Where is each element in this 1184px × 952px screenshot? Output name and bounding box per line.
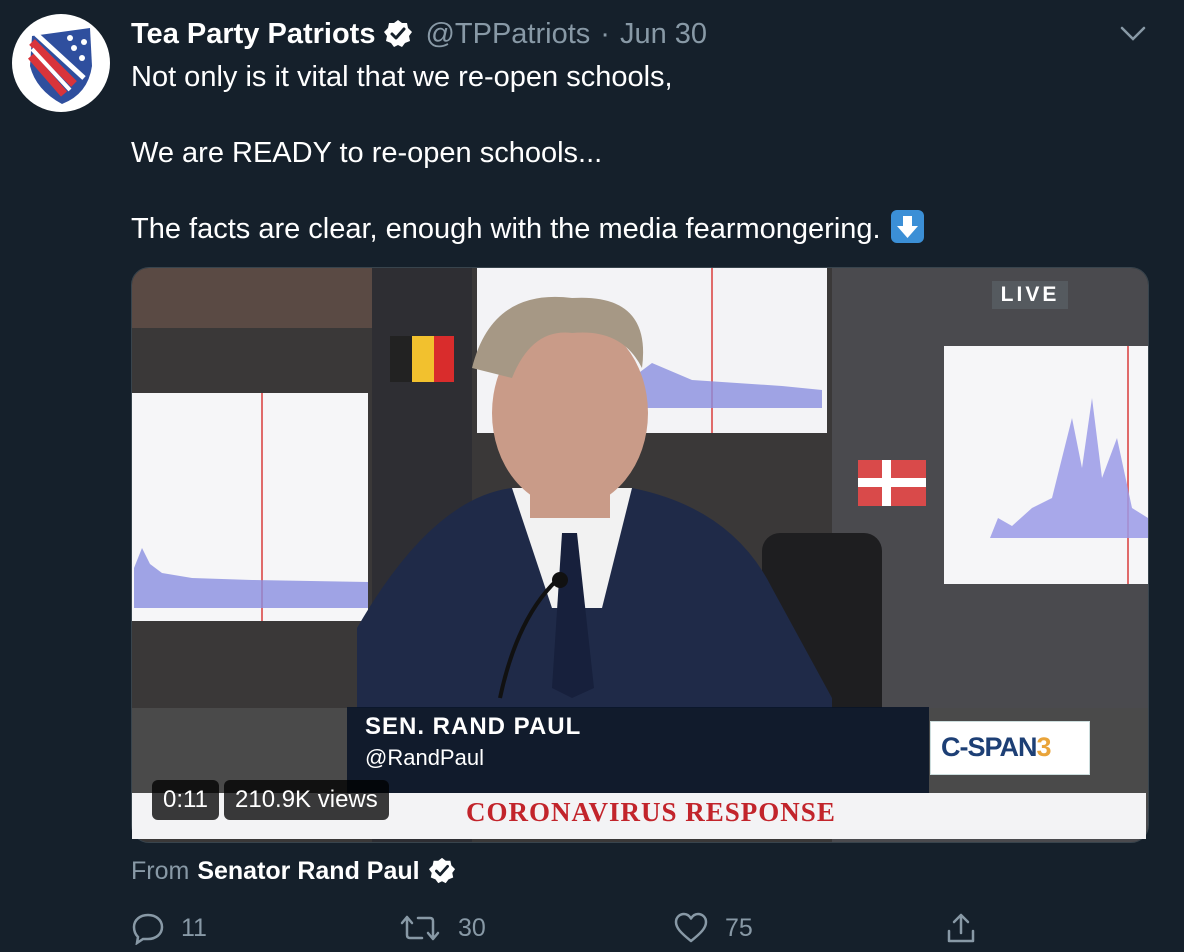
retweet-count: 30 [458,913,486,942]
separator-dot: · [600,17,610,50]
chevron-down-icon[interactable] [1118,22,1148,46]
attribution-prefix: From [131,856,190,885]
author-handle[interactable]: @TPPatriots [425,18,590,51]
video-duration: 0:11 [152,780,219,820]
heart-icon [674,912,708,943]
attribution-source[interactable]: Senator Rand Paul [197,857,419,886]
like-count: 75 [725,913,753,942]
retweet-button[interactable]: 30 [398,908,486,948]
video-views: 210.9K views [224,780,389,820]
tweet-text: Not only is it vital that we re-open sch… [131,58,1131,248]
tweet-line: Not only is it vital that we re-open sch… [131,61,673,93]
tweet-date[interactable]: Jun 30 [620,18,707,51]
lower-third-handle: @RandPaul [365,745,484,770]
reply-count: 11 [181,913,207,942]
cspan3-logo: C-SPAN3 [930,721,1090,775]
author-avatar[interactable] [12,14,110,112]
tweet-line-text: The facts are clear, enough with the med… [131,213,881,245]
author-name[interactable]: Tea Party Patriots [131,18,375,51]
like-button[interactable]: 75 [673,908,753,948]
share-icon [947,913,975,943]
tweet-line: We are READY to re-open schools... [131,137,603,169]
reply-button[interactable]: 11 [131,908,207,948]
ticker-text: CORONAVIRUS RESPONSE [466,797,836,827]
tweet-line: The facts are clear, enough with the med… [131,210,1131,248]
network-logo-text: C-SPAN3 [941,732,1052,762]
verified-badge-icon [384,20,413,47]
reply-icon [132,913,164,945]
tea-party-shield-logo [27,28,92,104]
tweet-header: Tea Party Patriots @TPPatriots · Jun 30 [131,14,707,54]
video-attribution: From Senator Rand Paul [131,852,456,890]
retweet-icon [400,915,440,941]
lower-third-banner: SEN. RAND PAUL @RandPaul [347,707,929,793]
lower-third-name: SEN. RAND PAUL [365,713,582,740]
verified-badge-icon [428,857,455,884]
down-arrow-emoji-icon [890,210,924,243]
live-badge: LIVE [992,281,1068,309]
share-button[interactable] [944,908,994,948]
